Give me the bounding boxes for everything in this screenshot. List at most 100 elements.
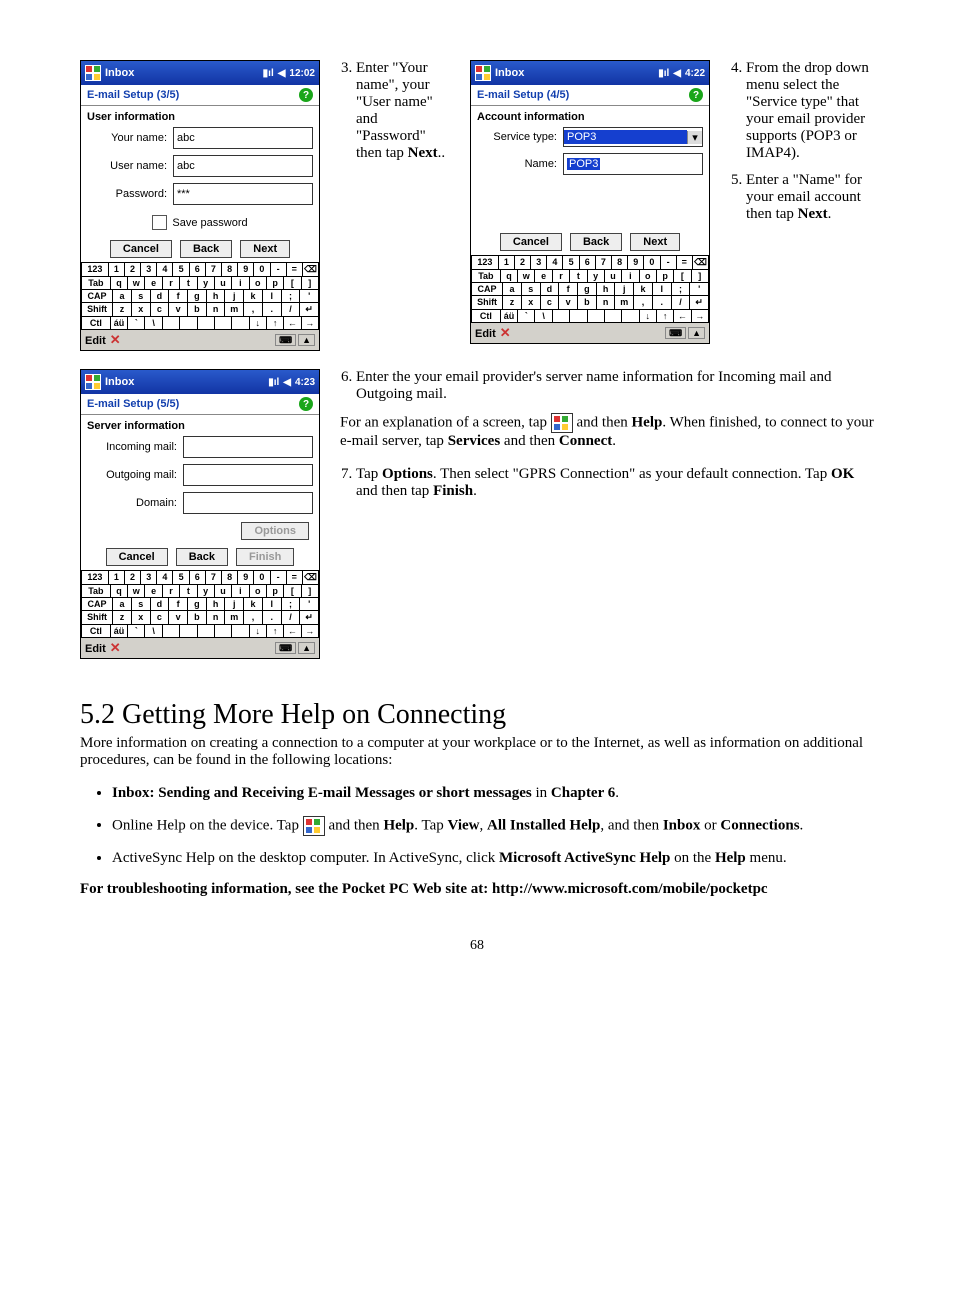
keyboard-key[interactable]: ⌫	[303, 571, 319, 585]
keyboard-key[interactable]: =	[287, 263, 303, 277]
outgoing-mail-input[interactable]	[183, 464, 313, 486]
keyboard-key[interactable]: s	[132, 290, 151, 303]
keyboard-key[interactable]: 1	[109, 571, 125, 585]
keyboard-key[interactable]: o	[250, 277, 267, 290]
help-icon[interactable]: ?	[689, 88, 703, 102]
keyboard-key[interactable]	[622, 310, 639, 323]
keyboard-key[interactable]: ]	[692, 270, 709, 283]
finish-button[interactable]: Finish	[236, 548, 294, 566]
keyboard-key[interactable]: o	[640, 270, 657, 283]
keyboard-key[interactable]: ,	[244, 611, 263, 625]
keyboard-key[interactable]: d	[151, 290, 170, 303]
keyboard-key[interactable]: c	[541, 296, 560, 310]
your-name-input[interactable]: abc	[173, 127, 313, 149]
keyboard-key[interactable]: z	[113, 611, 132, 625]
keyboard-key[interactable]	[605, 310, 622, 323]
keyboard-key[interactable]: ⌫	[693, 256, 709, 270]
keyboard-key[interactable]: ]	[302, 585, 319, 598]
keyboard-key[interactable]: q	[501, 270, 518, 283]
cancel-button[interactable]: Cancel	[500, 233, 562, 251]
keyboard-key[interactable]: 8	[222, 571, 238, 585]
keyboard-key[interactable]: `	[128, 625, 145, 638]
next-button[interactable]: Next	[630, 233, 680, 251]
keyboard-key[interactable]: 5	[173, 571, 189, 585]
keyboard-key[interactable]: r	[163, 277, 180, 290]
keyboard-key[interactable]: /	[282, 303, 301, 317]
keyboard-key[interactable]: e	[535, 270, 552, 283]
keyboard-key[interactable]: 8	[222, 263, 238, 277]
keyboard-key[interactable]: d	[151, 598, 170, 611]
keyboard-key[interactable]: u	[215, 277, 232, 290]
keyboard-key[interactable]: 7	[206, 571, 222, 585]
keyboard-key[interactable]	[198, 625, 215, 638]
keyboard-key[interactable]: [	[284, 277, 301, 290]
onscreen-keyboard[interactable]: 1231234567890-=⌫ Tabqwertyuiop[] CAPasdf…	[81, 262, 319, 330]
keyboard-key[interactable]: r	[553, 270, 570, 283]
keyboard-key[interactable]: ←	[284, 625, 301, 638]
keyboard-key[interactable]: 1	[499, 256, 515, 270]
keyboard-key[interactable]: t	[180, 585, 197, 598]
keyboard-key[interactable]: z	[503, 296, 522, 310]
keyboard-key[interactable]: CAP	[81, 290, 113, 303]
keyboard-key[interactable]: '	[300, 290, 319, 303]
keyboard-key[interactable]: 7	[206, 263, 222, 277]
keyboard-key[interactable]	[232, 317, 249, 330]
keyboard-key[interactable]: 5	[563, 256, 579, 270]
keyboard-key[interactable]: .	[263, 611, 282, 625]
keyboard-key[interactable]: Shift	[81, 611, 113, 625]
keyboard-key[interactable]: t	[180, 277, 197, 290]
keyboard-key[interactable]: →	[302, 625, 319, 638]
incoming-mail-input[interactable]	[183, 436, 313, 458]
keyboard-key[interactable]	[553, 310, 570, 323]
keyboard-key[interactable]: 6	[580, 256, 596, 270]
keyboard-key[interactable]: Ctl	[81, 625, 111, 638]
keyboard-key[interactable]: 4	[547, 256, 563, 270]
keyboard-key[interactable]: h	[597, 283, 616, 296]
keyboard-key[interactable]: 2	[125, 571, 141, 585]
close-icon[interactable]: ✕	[110, 640, 121, 655]
edit-menu[interactable]: Edit	[85, 643, 106, 655]
up-arrow-icon[interactable]: ▲	[688, 327, 705, 339]
keyboard-key[interactable]: -	[271, 571, 287, 585]
keyboard-key[interactable]: b	[578, 296, 597, 310]
keyboard-key[interactable]: -	[661, 256, 677, 270]
keyboard-key[interactable]: 4	[157, 263, 173, 277]
keyboard-key[interactable]: →	[302, 317, 319, 330]
keyboard-key[interactable]: ↑	[657, 310, 674, 323]
keyboard-key[interactable]: p	[267, 585, 284, 598]
keyboard-key[interactable]: Shift	[81, 303, 113, 317]
keyboard-key[interactable]: CAP	[471, 283, 503, 296]
keyboard-key[interactable]	[180, 625, 197, 638]
keyboard-key[interactable]: x	[522, 296, 541, 310]
keyboard-key[interactable]: h	[207, 598, 226, 611]
back-button[interactable]: Back	[180, 240, 232, 258]
keyboard-key[interactable]: 123	[81, 263, 109, 277]
keyboard-key[interactable]: áü	[501, 310, 518, 323]
keyboard-key[interactable]: 9	[628, 256, 644, 270]
keyboard-key[interactable]: →	[692, 310, 709, 323]
keyboard-key[interactable]: 9	[238, 571, 254, 585]
domain-input[interactable]	[183, 492, 313, 514]
keyboard-key[interactable]: ↓	[250, 317, 267, 330]
keyboard-key[interactable]: k	[244, 598, 263, 611]
keyboard-key[interactable]: d	[541, 283, 560, 296]
keyboard-key[interactable]: .	[263, 303, 282, 317]
keyboard-key[interactable]: w	[128, 277, 145, 290]
keyboard-key[interactable]: l	[263, 290, 282, 303]
keyboard-key[interactable]: ↓	[250, 625, 267, 638]
cancel-button[interactable]: Cancel	[110, 240, 172, 258]
keyboard-key[interactable]: =	[677, 256, 693, 270]
keyboard-key[interactable]: \	[535, 310, 552, 323]
keyboard-key[interactable]: c	[151, 611, 170, 625]
keyboard-key[interactable]: ]	[302, 277, 319, 290]
keyboard-key[interactable]: \	[145, 317, 162, 330]
up-arrow-icon[interactable]: ▲	[298, 334, 315, 346]
keyboard-key[interactable]: 0	[644, 256, 660, 270]
keyboard-key[interactable]: 9	[238, 263, 254, 277]
onscreen-keyboard[interactable]: 1231234567890-=⌫ Tabqwertyuiop[] CAPasdf…	[81, 570, 319, 638]
account-name-input[interactable]: POP3	[563, 153, 703, 175]
options-button[interactable]: Options	[241, 522, 309, 540]
keyboard-key[interactable]: n	[207, 611, 226, 625]
edit-menu[interactable]: Edit	[85, 335, 106, 347]
keyboard-key[interactable]: 6	[190, 571, 206, 585]
